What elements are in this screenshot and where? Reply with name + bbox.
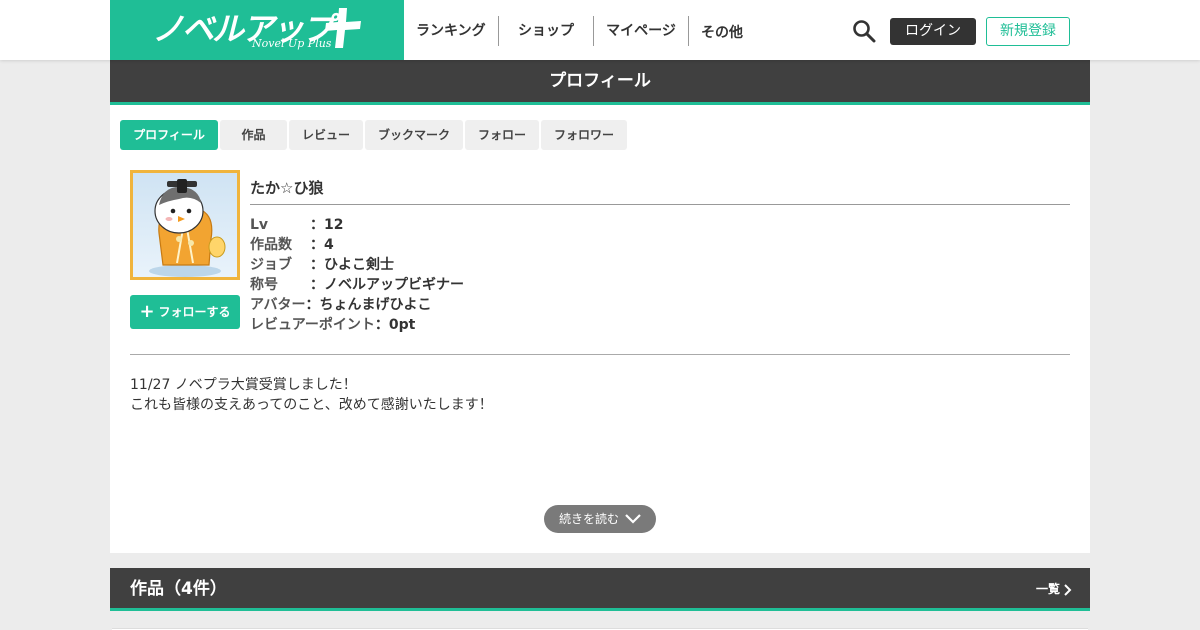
works-list-link[interactable]: 一覧	[1036, 568, 1072, 611]
tab-following[interactable]: フォロー	[465, 120, 539, 150]
stat-value: ：ちょんまげひよこ	[305, 297, 432, 313]
nav-other[interactable]: その他	[689, 16, 755, 46]
section-divider	[130, 354, 1070, 355]
stat-value: ：ひよこ剣士	[310, 257, 394, 273]
bio-line: 11/27 ノベプラ大賞受賞しました！	[130, 377, 357, 393]
tab-reviews[interactable]: レビュー	[289, 120, 363, 150]
avatar	[130, 170, 240, 280]
stat-level: Lv ：12	[250, 215, 464, 235]
stat-value: ：ノベルアップビギナー	[310, 277, 464, 293]
stat-label: 作品数	[250, 237, 292, 253]
main-nav: ランキング ショップ マイページ その他	[404, 16, 755, 46]
stat-label: 称号	[250, 277, 278, 293]
user-bio: 11/27 ノベプラ大賞受賞しました！ これも皆様の支えあってのこと、改めて感謝…	[130, 375, 493, 415]
tab-works[interactable]: 作品	[220, 120, 287, 150]
works-title: 作品（4件）	[130, 579, 227, 599]
name-divider	[250, 204, 1070, 205]
stat-value: ：0pt	[374, 317, 416, 333]
stat-reviewer-points: レビュアーポイント：0pt	[250, 315, 464, 335]
stat-label: レビュアーポイント	[250, 317, 375, 333]
user-stats: Lv ：12 作品数 ：4 ジョブ ：ひよこ剣士 称号 ：ノベルアップビギナー アバター…	[250, 215, 464, 335]
search-icon[interactable]	[852, 19, 876, 43]
stat-label: アバター	[250, 297, 306, 313]
chevron-down-icon	[625, 514, 641, 524]
tab-followers[interactable]: フォロワー	[541, 120, 627, 150]
chick-avatar-icon	[149, 179, 226, 277]
site-header: ノベルアップ Novel Up Plus ランキング ショップ マイページ その…	[0, 0, 1200, 60]
works-list-label: 一覧	[1035, 582, 1060, 596]
stat-title: 称号 ：ノベルアップビギナー	[250, 275, 464, 295]
tab-bookmarks[interactable]: ブックマーク	[365, 120, 463, 150]
follow-button[interactable]: + フォローする	[130, 295, 240, 329]
profile-title: プロフィール	[110, 60, 1090, 105]
register-button[interactable]: 新規登録	[986, 17, 1070, 46]
stat-label: Lv	[250, 217, 269, 233]
stat-label: ジョブ	[250, 257, 292, 273]
stat-job: ジョブ ：ひよこ剣士	[250, 255, 464, 275]
nav-shop[interactable]: ショップ	[499, 16, 594, 46]
profile-tabs: プロフィール 作品 レビュー ブックマーク フォロー フォロワー	[120, 120, 627, 150]
logo-plus-icon	[325, 8, 361, 48]
site-logo[interactable]: ノベルアップ Novel Up Plus	[110, 0, 404, 60]
nav-ranking[interactable]: ランキング	[404, 16, 499, 46]
bio-line: これも皆様の支えあってのこと、改めて感謝いたします！	[130, 397, 493, 413]
profile-card: プロフィール 作品 レビュー ブックマーク フォロー フォロワー + フォローす…	[110, 105, 1090, 553]
stat-value: ：12	[310, 217, 344, 233]
stat-works-count: 作品数 ：4	[250, 235, 464, 255]
tab-profile[interactable]: プロフィール	[120, 120, 218, 150]
follow-label: フォローする	[158, 305, 231, 319]
chevron-right-icon	[1064, 583, 1072, 596]
logo-subtitle: Novel Up Plus	[252, 37, 332, 50]
works-header: 作品（4件） 一覧	[110, 568, 1090, 611]
plus-icon: +	[139, 301, 155, 322]
stat-value: ：4	[310, 237, 334, 253]
login-button[interactable]: ログイン	[890, 18, 976, 45]
nav-mypage[interactable]: マイページ	[594, 16, 689, 46]
user-name: たか☆ひ狼	[250, 179, 324, 197]
read-more-label: 続きを読む	[558, 512, 619, 526]
stat-avatar: アバター：ちょんまげひよこ	[250, 295, 464, 315]
read-more-button[interactable]: 続きを読む	[544, 505, 656, 533]
